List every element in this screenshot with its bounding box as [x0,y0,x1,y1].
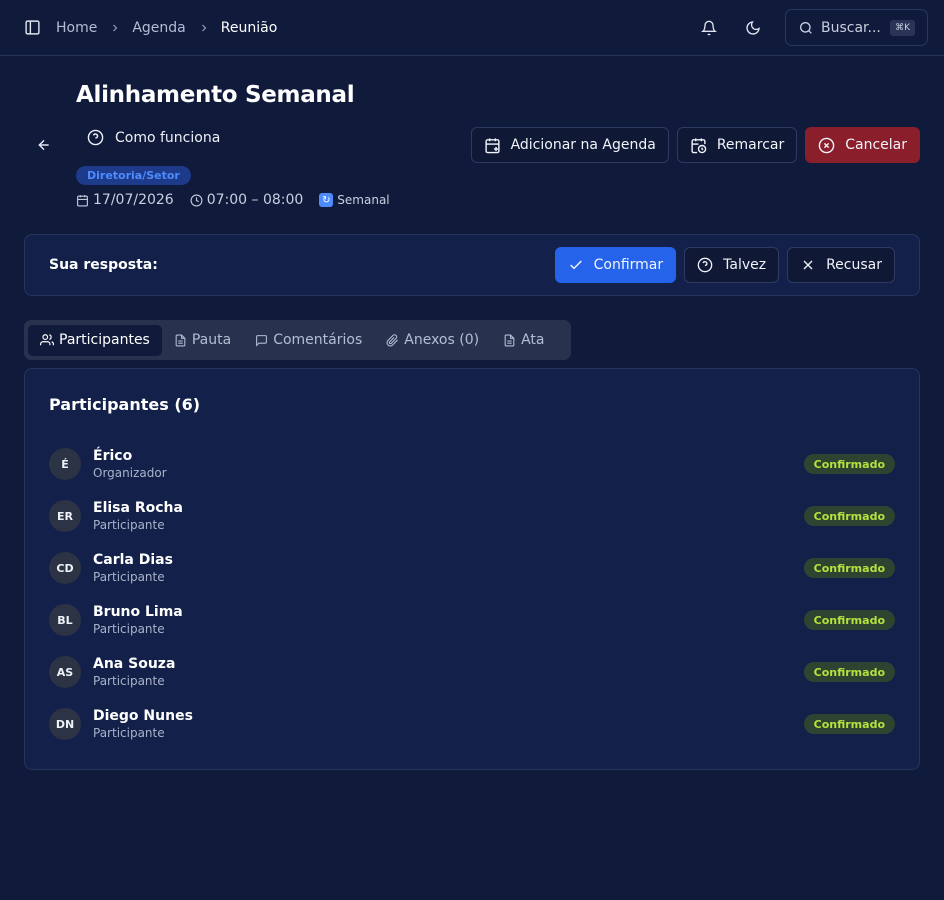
reschedule-label: Remarcar [716,137,785,153]
participant-name: Elisa Rocha [93,500,183,516]
tab-minutes[interactable]: Ata [491,325,556,356]
tab-comments[interactable]: Comentários [243,325,374,356]
decline-label: Recusar [826,257,882,273]
list-item: AS Ana Souza Participante Confirmado [49,646,895,698]
cancel-button[interactable]: Cancelar [805,127,920,163]
participant-name: Carla Dias [93,552,173,568]
tab-label: Ata [521,332,545,348]
comment-icon [256,334,268,347]
breadcrumb-current: Reunião [220,19,278,36]
avatar: ER [49,500,81,532]
status-badge: Confirmado [803,506,895,526]
repeat-icon: ↻ [319,193,334,207]
tab-label: Pauta [191,332,232,348]
search-label: Buscar... [821,19,881,36]
cancel-label: Cancelar [845,137,907,153]
participant-role: Participante [93,570,165,584]
confirm-label: Confirmar [593,257,664,273]
help-circle-icon [697,257,713,273]
response-label: Sua resposta: [49,257,158,273]
how-it-works-label: Como funciona [115,129,221,146]
confirm-button[interactable]: Confirmar [554,247,677,283]
participants-heading: Participantes (6) [49,395,201,414]
avatar: AS [49,656,81,688]
participant-role: Participante [93,518,165,532]
list-item: DN Diego Nunes Participante Confirmado [49,698,895,750]
search-shortcut: ⌘K [890,19,915,36]
participant-name: Érico [93,448,133,464]
document-icon [175,334,186,346]
document-icon [504,334,515,346]
help-circle-icon [87,129,104,146]
sidebar-toggle-icon[interactable] [22,18,42,38]
tab-label: Anexos (0) [404,332,480,348]
avatar: DN [49,708,81,740]
status-badge: Confirmado [803,714,895,734]
participant-name: Bruno Lima [93,604,183,620]
participant-role: Participante [93,674,165,688]
calendar-clock-icon [691,137,707,153]
calendar-icon [77,194,88,206]
tab-attachments[interactable]: Anexos (0) [374,325,491,356]
chevron-right-icon [109,22,121,34]
breadcrumb-agenda[interactable]: Agenda [132,20,185,36]
tab-label: Participantes [59,332,150,348]
participant-name: Diego Nunes [93,708,193,724]
participant-role: Organizador [93,466,167,480]
breadcrumb-home[interactable]: Home [56,20,97,36]
x-circle-icon [818,137,835,153]
list-item: É Érico Organizador Confirmado [49,438,895,490]
list-item: BL Bruno Lima Participante Confirmado [49,594,895,646]
department-tag: Diretoria/Setor [76,166,191,185]
meeting-recurrence: Semanal [337,193,390,207]
clock-icon [190,194,203,206]
bell-icon[interactable] [699,18,719,38]
status-badge: Confirmado [803,662,895,682]
back-arrow-icon[interactable] [36,137,52,153]
tab-participants[interactable]: Participantes [28,324,162,356]
list-item: ER Elisa Rocha Participante Confirmado [49,490,895,542]
tab-bar: Participantes Pauta Comentários Anexos (… [24,320,571,360]
page-title: Alinhamento Semanal [76,82,355,108]
response-panel: Sua resposta: Confirmar Talvez Recusar [24,234,920,296]
participants-panel: Participantes (6) É Érico Organizador Co… [24,368,920,770]
status-badge: Confirmado [803,558,895,578]
users-icon [40,334,54,346]
status-badge: Confirmado [803,610,895,630]
paperclip-icon [386,333,399,346]
participant-name: Ana Souza [93,656,176,672]
calendar-plus-icon [484,137,500,153]
search-button[interactable]: Buscar... ⌘K [785,9,928,46]
status-badge: Confirmado [803,454,895,474]
close-icon [803,260,813,270]
maybe-button[interactable]: Talvez [684,247,780,283]
search-icon [800,21,812,34]
how-it-works-link[interactable]: Como funciona [87,129,220,146]
maybe-label: Talvez [723,257,767,273]
meeting-date: 17/07/2026 [93,192,174,208]
participant-role: Participante [93,726,165,740]
tab-agenda[interactable]: Pauta [162,325,243,356]
add-to-calendar-button[interactable]: Adicionar na Agenda [470,127,669,163]
avatar: CD [49,552,81,584]
meeting-meta: 17/07/2026 07:00 – 08:00 ↻ Semanal [76,190,390,210]
avatar: BL [49,604,81,636]
list-item: CD Carla Dias Participante Confirmado [49,542,895,594]
avatar: É [49,448,81,480]
participant-role: Participante [93,622,165,636]
breadcrumb: Home Agenda Reunião [56,20,277,36]
moon-icon[interactable] [743,18,763,38]
reschedule-button[interactable]: Remarcar [676,127,798,163]
chevron-right-icon [198,22,210,34]
decline-button[interactable]: Recusar [787,247,895,283]
meeting-time: 07:00 – 08:00 [206,192,304,208]
top-bar: Home Agenda Reunião Buscar... ⌘K [0,0,944,56]
header-actions: Adicionar na Agenda Remarcar Cancelar [470,127,920,163]
check-icon [569,260,582,270]
add-to-calendar-label: Adicionar na Agenda [510,137,656,153]
tab-label: Comentários [273,332,363,348]
